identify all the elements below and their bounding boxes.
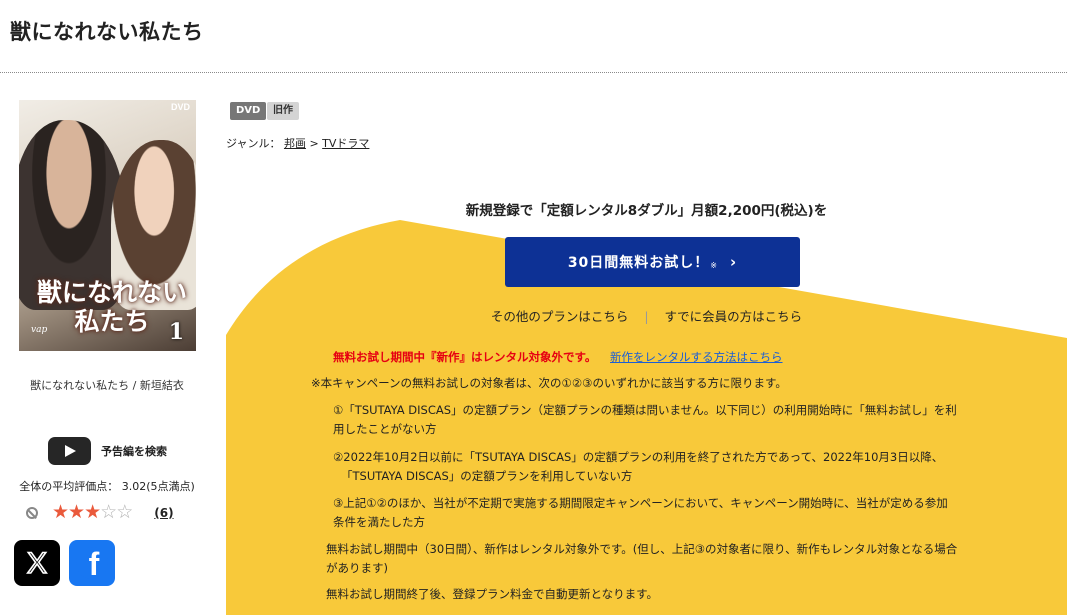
condition-3-line2: 条件を満たした方 [333,515,425,529]
trial-note-1-line1: 無料お試し期間中（30日間）、新作はレンタル対象外です。(但し、上記③の対象者に… [326,542,958,556]
share-x-button[interactable]: X [14,540,60,586]
eligibility-intro: ※本キャンペーンの無料お試しの対象者は、次の①②③のいずれかに該当する方に限りま… [311,376,787,390]
page-title: 獣になれない私たち [10,20,204,44]
condition-2-line1: ②2022年10月2日以前に「TSUTAYA DISCAS」の定額プランの利用を… [333,450,944,464]
jacket-label-logo: vap [31,325,48,335]
condition-2: ②2022年10月2日以前に「TSUTAYA DISCAS」の定額プランの利用を… [333,448,943,486]
condition-3: ③上記①②のほか、当社が不定期で実施する期間限定キャンペーンにおいて、キャンペー… [333,494,948,532]
release-status-badge: 旧作 [267,102,299,120]
free-trial-button[interactable]: 30日間無料お試し！ ※ › [505,237,800,287]
format-badge: DVD [230,102,267,120]
genre-breadcrumb: ジャンル： 邦画 > TVドラマ [226,135,369,151]
trial-note-2: 無料お試し期間終了後、登録プラン料金で自動更新となります。 [326,587,659,601]
jacket-title-line2: 私たち [74,307,150,336]
link-separator: | [644,309,649,324]
warning-text: 無料お試し期間中『新作』はレンタル対象外です。 [333,350,597,364]
jacket-volume-number: 1 [168,319,184,345]
breadcrumb-arrow: > [309,137,319,150]
jacket-title-logo: 獣になれない 私たち [37,278,187,336]
condition-1-line2: 用したことがない方 [333,422,437,436]
chevron-right-icon: › [730,253,738,271]
condition-1: ①「TSUTAYA DISCAS」の定額プラン（定額プランの種類は問いません。以… [333,401,957,439]
trailer-search-label: 予告編を検索 [101,445,167,458]
jacket-dvd-mark: DVD [170,102,190,112]
condition-2-line2: 「TSUTAYA DISCAS」の定額プランを利用していない方 [341,469,633,483]
trial-note-1-line2: があります) [326,561,388,575]
condition-3-line1: ③上記①②のほか、当社が不定期で実施する期間限定キャンペーンにおいて、キャンペー… [333,496,948,510]
youtube-play-icon [48,437,91,465]
dvd-jacket-image[interactable]: DVD 獣になれない 私たち vap 1 [19,100,196,351]
trial-note-1: 無料お試し期間中（30日間）、新作はレンタル対象外です。(但し、上記③の対象者に… [326,540,957,578]
not-interested-icon[interactable] [26,506,38,519]
star-filled-icon[interactable]: ★ [84,501,101,523]
plan-links: その他のプランはこちら | すでに会員の方はこちら [226,306,1067,325]
svg-text:f: f [89,546,100,580]
star-empty-icon[interactable]: ☆ [100,501,117,523]
star-filled-icon[interactable]: ★ [68,501,85,523]
review-count-link[interactable]: (6) [154,506,173,520]
header-divider [0,72,1067,73]
x-logo-icon: X [26,546,48,580]
title-cast-caption: 獣になれない私たち / 新垣結衣 [30,379,184,392]
other-plans-link[interactable]: その他のプランはこちら [491,309,629,324]
rating-row: ★★★☆☆ (6) [26,503,174,522]
share-facebook-button[interactable]: f [69,540,115,586]
star-filled-icon[interactable]: ★ [52,501,69,523]
average-rating-text: 全体の平均評価点： 3.02(5点満点) [19,480,195,493]
jacket-title-line1: 獣になれない [37,278,188,307]
members-login-link[interactable]: すでに会員の方はこちら [665,309,803,324]
free-trial-label: 30日間無料お試し！ [567,255,710,271]
facebook-logo-icon: f [76,546,108,580]
free-trial-note-mark: ※ [710,260,718,270]
genre-link-japanese-films[interactable]: 邦画 [284,137,306,150]
new-release-warning: 無料お試し期間中『新作』はレンタル対象外です。 新作をレンタルする方法はこちら [333,349,783,365]
condition-1-line1: ①「TSUTAYA DISCAS」の定額プラン（定額プランの種類は問いません。以… [333,403,957,417]
new-release-rental-link[interactable]: 新作をレンタルする方法はこちら [610,350,783,364]
genre-label: ジャンル： [226,137,281,150]
genre-link-tv-drama[interactable]: TVドラマ [322,137,369,150]
promo-headline: 新規登録で「定額レンタル8ダブル」月額2,200円(税込)を [465,203,828,219]
trailer-search-button[interactable]: 予告編を検索 [48,437,167,465]
rating-stars[interactable]: ★★★☆☆ [52,501,133,523]
svg-text:X: X [27,547,47,580]
star-empty-icon[interactable]: ☆ [116,501,133,523]
